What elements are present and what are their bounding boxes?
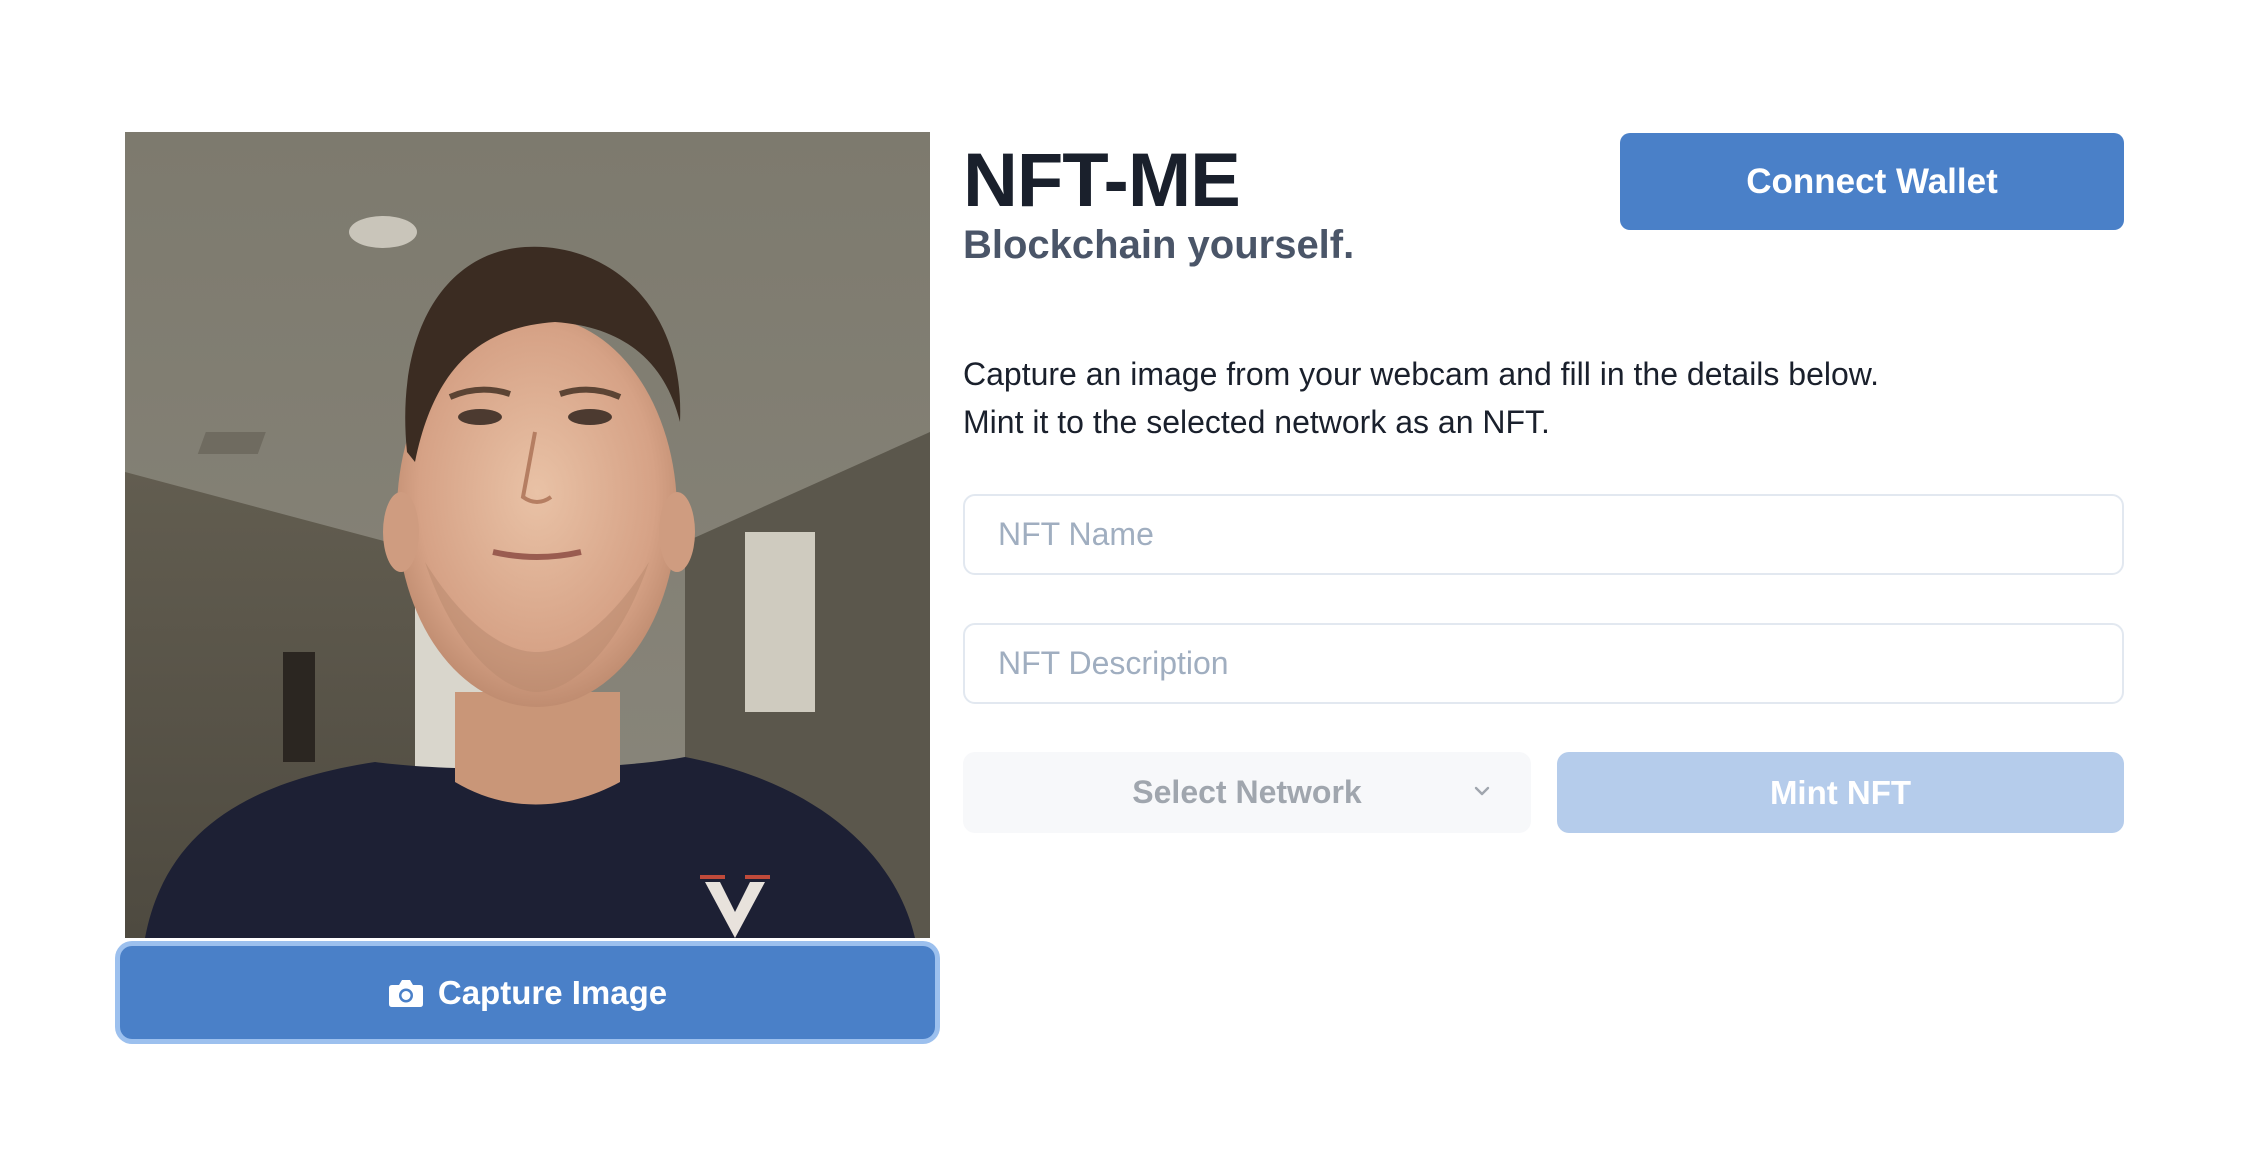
camera-icon	[388, 978, 424, 1008]
webcam-image	[125, 132, 930, 938]
intro-line-1: Capture an image from your webcam and fi…	[963, 356, 1880, 392]
connect-wallet-label: Connect Wallet	[1746, 161, 1998, 201]
app-title: NFT-ME	[963, 138, 1241, 223]
intro-line-2: Mint it to the selected network as an NF…	[963, 404, 1550, 440]
chevron-down-icon	[1471, 780, 1493, 802]
app-subtitle: Blockchain yourself.	[963, 223, 1355, 267]
intro-text: Capture an image from your webcam and fi…	[963, 350, 2123, 446]
mint-nft-button[interactable]: Mint NFT	[1557, 752, 2124, 833]
page: Capture Image NFT-ME Blockchain yourself…	[0, 0, 2242, 1158]
capture-image-label: Capture Image	[437, 973, 668, 1011]
capture-image-button[interactable]: Capture Image	[120, 946, 935, 1039]
mint-nft-label: Mint NFT	[1769, 773, 1912, 811]
connect-wallet-button[interactable]: Connect Wallet	[1620, 133, 2124, 230]
network-select[interactable]: Select Network	[963, 752, 1531, 833]
network-select-label: Select Network	[1132, 774, 1362, 810]
nft-name-input[interactable]	[963, 494, 2124, 575]
nft-description-input[interactable]	[963, 623, 2124, 704]
webcam-preview	[125, 132, 930, 938]
